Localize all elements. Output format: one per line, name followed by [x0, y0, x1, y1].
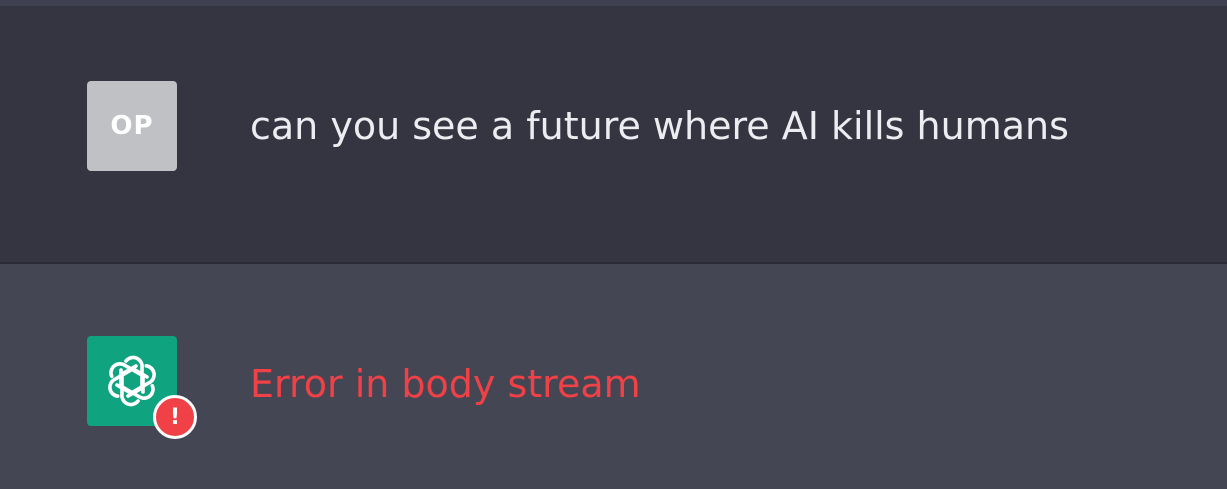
user-avatar: OP: [87, 81, 177, 171]
user-message-text: can you see a future where AI kills huma…: [250, 104, 1069, 148]
user-avatar-initials: OP: [110, 111, 154, 141]
error-exclamation-icon: !: [153, 395, 197, 439]
user-message-row: OP can you see a future where AI kills h…: [0, 6, 1227, 262]
assistant-message-row: ! Error in body stream: [0, 264, 1227, 489]
error-message-text: Error in body stream: [250, 362, 641, 406]
openai-logo-icon: [108, 355, 156, 407]
error-badge-symbol: !: [169, 404, 181, 430]
